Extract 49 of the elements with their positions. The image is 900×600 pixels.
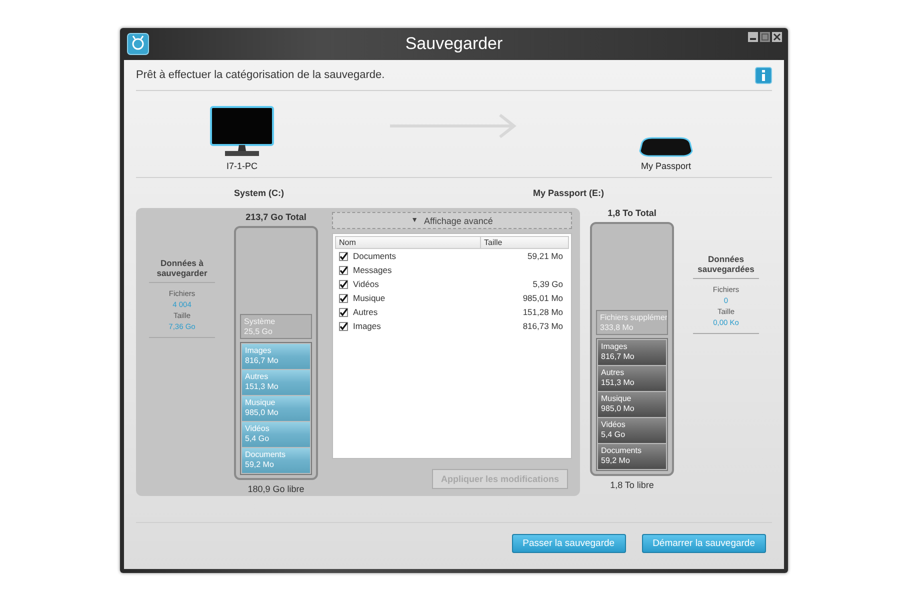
storage-segment: Musique 985,0 Mo bbox=[598, 392, 666, 417]
checkbox[interactable] bbox=[339, 322, 348, 330]
storage-segment: Autres 151,3 Mo bbox=[242, 370, 310, 395]
category-size: 151,28 Mo bbox=[522, 307, 563, 317]
category-size: 985,01 Mo bbox=[522, 293, 563, 303]
storage-segment: Documents 59,2 Mo bbox=[242, 448, 310, 473]
stats-heading: Données à sauvegarder bbox=[149, 258, 215, 283]
category-name: Documents bbox=[353, 251, 397, 261]
app-icon[interactable] bbox=[127, 33, 149, 55]
column-header[interactable]: Nom bbox=[336, 237, 480, 248]
checkbox[interactable] bbox=[339, 308, 348, 316]
storage-segment: Documents 59,2 Mo bbox=[598, 444, 666, 469]
drive-name: My Passport bbox=[640, 161, 691, 171]
total-label: 1,8 To Total bbox=[608, 208, 656, 220]
storage-segment: Musique 985,0 Mo bbox=[242, 396, 310, 421]
checkbox[interactable] bbox=[339, 294, 348, 302]
category-name: Musique bbox=[353, 293, 386, 303]
category-name: Vidéos bbox=[353, 279, 380, 289]
checkbox[interactable] bbox=[339, 280, 348, 288]
checkbox[interactable] bbox=[339, 266, 348, 274]
storage-segment: Vidéos 5,4 Go bbox=[242, 422, 310, 447]
volume-label: My Passport (E:) bbox=[532, 188, 604, 198]
total-label: 213,7 Go Total bbox=[246, 212, 306, 224]
close-icon[interactable] bbox=[772, 32, 782, 42]
storage-segment: Vidéos 5,4 Go bbox=[598, 418, 666, 443]
stats-heading: Données sauvegardées bbox=[693, 254, 759, 279]
category-name: Autres bbox=[353, 307, 379, 317]
storage-segment: Système 25,5 Go bbox=[240, 314, 312, 339]
category-size: 59,21 Mo bbox=[528, 251, 563, 261]
free-label: 180,9 Go libre bbox=[248, 484, 304, 494]
info-icon[interactable] bbox=[755, 66, 772, 84]
column-header[interactable]: Taille bbox=[480, 237, 568, 248]
drive-icon bbox=[638, 135, 694, 159]
window-title: Sauvegarder bbox=[405, 34, 503, 54]
category-name: Messages bbox=[353, 265, 393, 275]
status-message: Prêt à effectuer la catégorisation de la sauvegarde. bbox=[136, 69, 385, 81]
category-name: Images bbox=[353, 321, 382, 331]
category-size: 5,39 Go bbox=[532, 279, 563, 289]
computer-name: I7-1-PC bbox=[226, 161, 258, 171]
volume-label: System (C:) bbox=[234, 188, 284, 198]
arrow-icon bbox=[390, 113, 518, 139]
category-size: 816,73 Mo bbox=[522, 321, 563, 331]
storage-segment: Images 816,7 Mo bbox=[598, 340, 666, 365]
checkbox[interactable] bbox=[339, 252, 348, 260]
storage-segment: Autres 151,3 Mo bbox=[598, 366, 666, 391]
minimize-icon[interactable] bbox=[748, 32, 758, 42]
free-label: 1,8 To libre bbox=[610, 480, 654, 490]
monitor-icon bbox=[209, 105, 275, 159]
storage-segment: Images 816,7 Mo bbox=[242, 344, 310, 369]
